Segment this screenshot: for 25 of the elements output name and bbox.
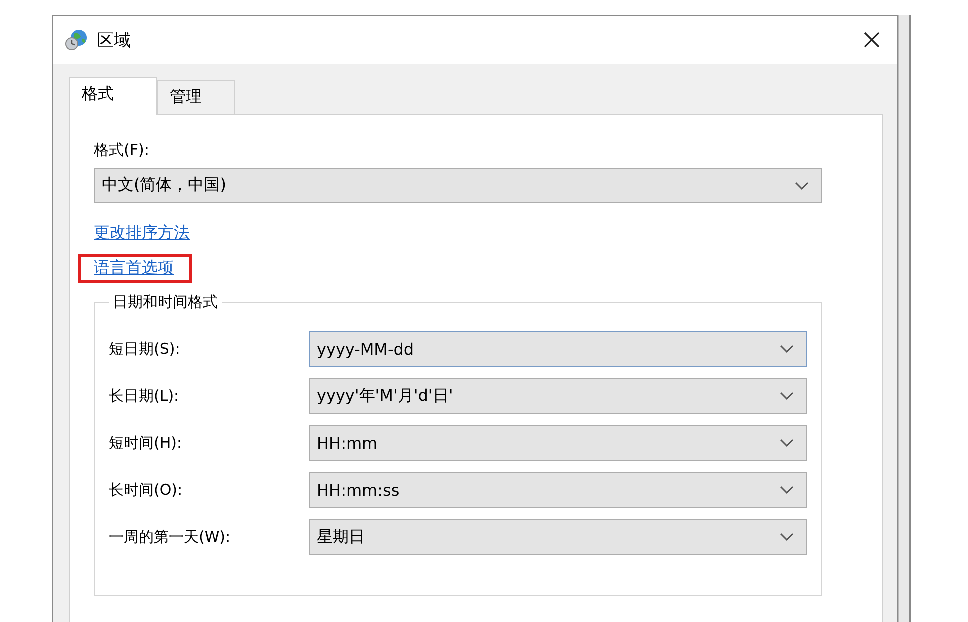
dropdown[interactable]: HH:mm:ss xyxy=(309,472,807,508)
field-label: 长日期(L): xyxy=(109,386,180,406)
chevron-down-icon xyxy=(780,533,794,541)
field-label: 格式(F): xyxy=(94,141,150,160)
tab[interactable]: 管理 xyxy=(157,80,235,114)
link[interactable]: 更改排序方法 xyxy=(78,219,208,248)
field-label: 长时间(O): xyxy=(109,480,184,500)
window-title: 区域 xyxy=(97,30,132,52)
dropdown[interactable]: yyyy-MM-dd xyxy=(309,331,807,367)
dropdown[interactable]: 星期日 xyxy=(309,519,807,555)
field-label: 短日期(S): xyxy=(109,340,182,358)
tab[interactable]: 格式 xyxy=(69,77,157,115)
dropdown[interactable]: HH:mm xyxy=(309,425,807,461)
format-dropdown[interactable]: 中文(简体，中国) xyxy=(94,168,822,203)
link[interactable]: 语言首选项 xyxy=(78,254,192,283)
group-title: 日期和时间格式 xyxy=(112,293,219,312)
dropdown[interactable]: yyyy'年'M'月'd'日' xyxy=(309,378,807,414)
field-label: 一周的第一天(W): xyxy=(109,528,232,546)
chevron-down-icon xyxy=(780,345,794,353)
chevron-down-icon xyxy=(780,439,794,447)
chevron-down-icon xyxy=(780,392,794,400)
field-label: 短时间(H): xyxy=(109,434,184,452)
chevron-down-icon xyxy=(795,182,809,190)
chevron-down-icon xyxy=(780,486,794,494)
globe-icon xyxy=(65,29,89,51)
